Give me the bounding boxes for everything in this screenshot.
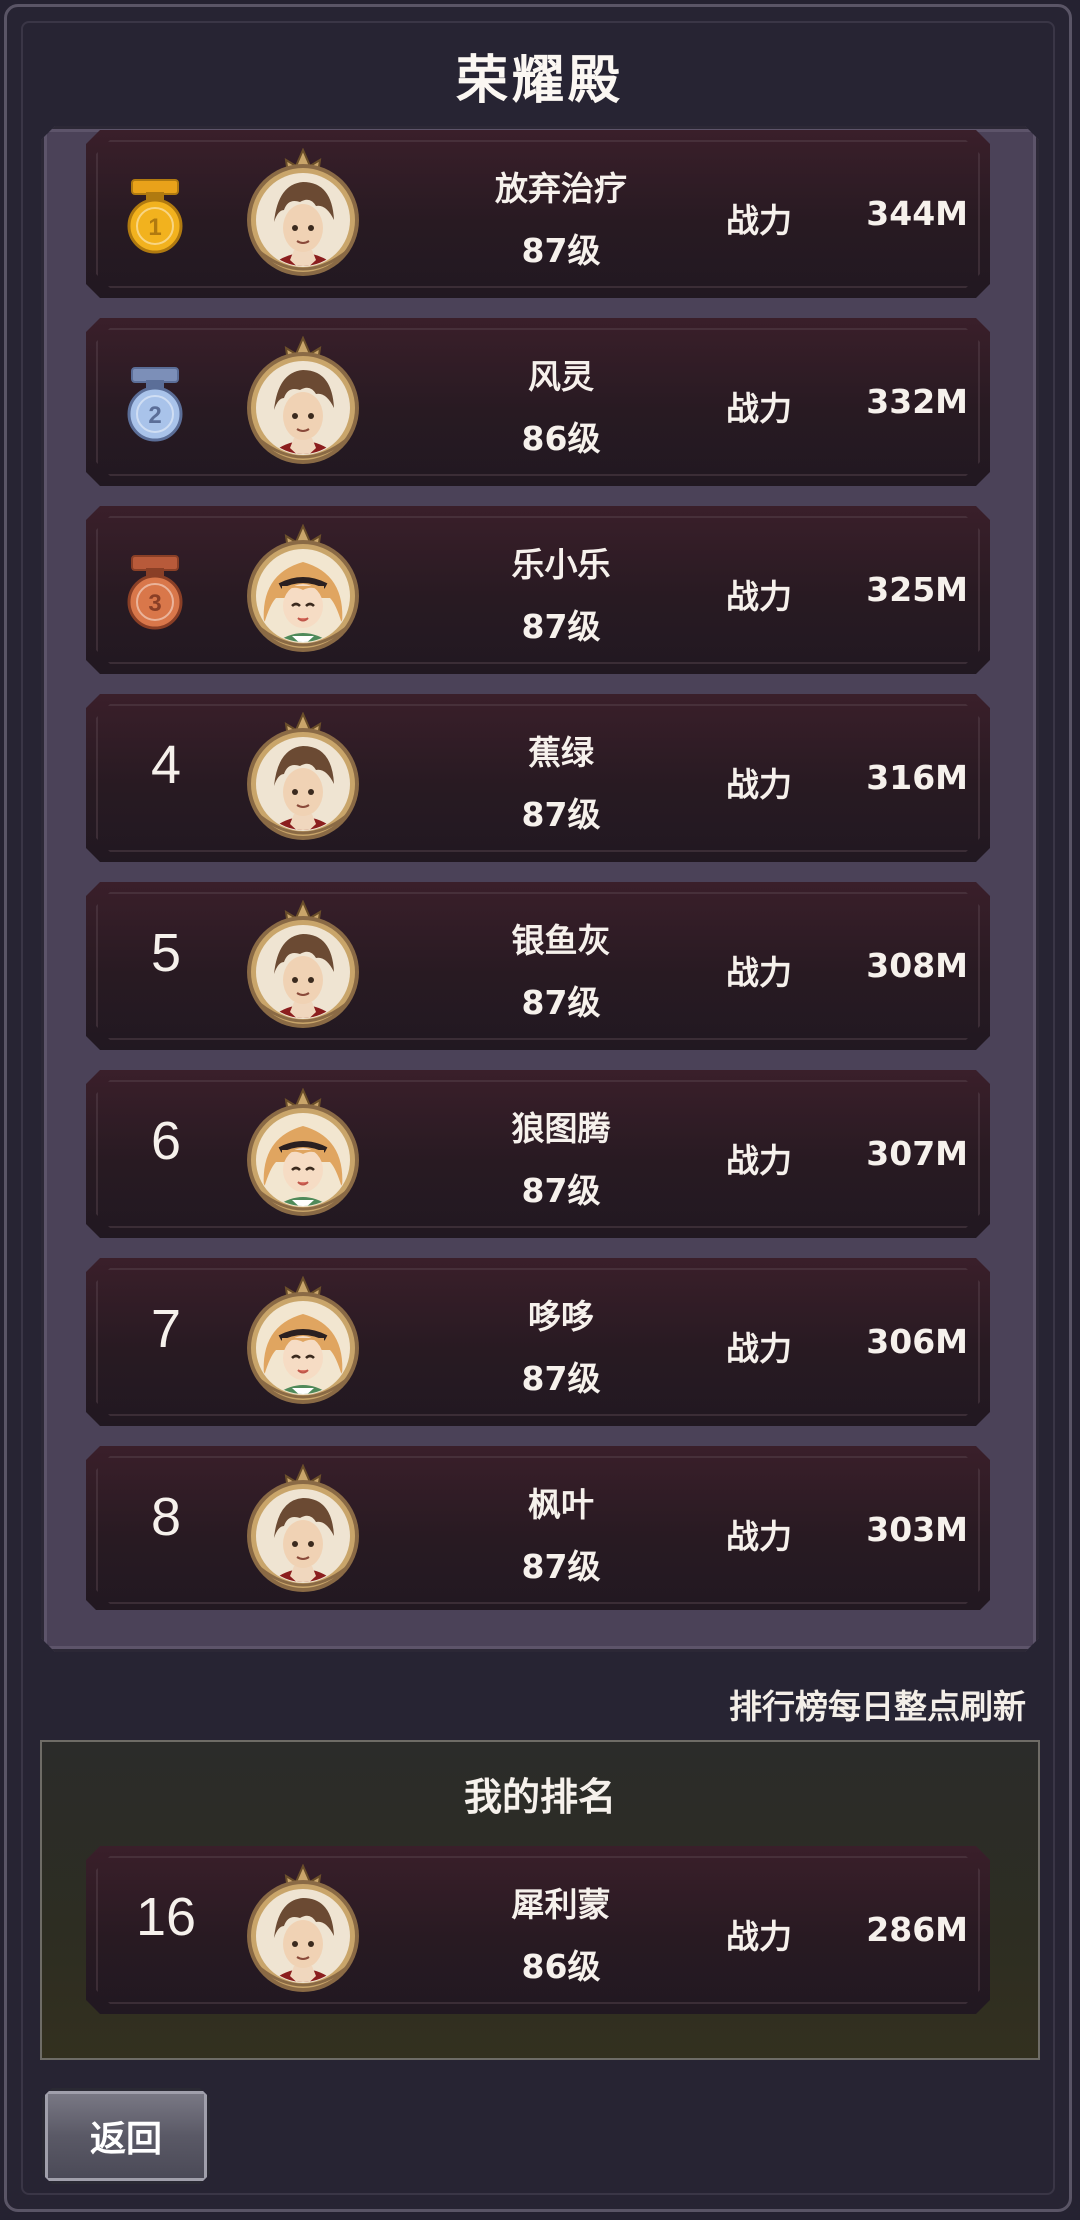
leaderboard-list[interactable]: 1 放弃治疗 87级 战力 344M 2 风灵 86级 战力 332M 3 乐小… [0, 46, 1080, 1610]
player-level: 87级 [521, 607, 601, 646]
player-avatar[interactable] [240, 1276, 366, 1410]
avatar-frame-icon [240, 900, 366, 1034]
back-button[interactable]: 返回 [42, 2088, 210, 2184]
avatar-frame-icon [240, 524, 366, 658]
player-name: 狼图腾 [511, 1109, 611, 1148]
leaderboard-row[interactable]: 4 蕉绿 87级 战力 316M [86, 694, 990, 862]
avatar-frame-icon [240, 336, 366, 470]
power-value: 306M [866, 1322, 968, 1361]
silver-medal: 2 [124, 366, 186, 444]
gold-medal-icon: 1 [124, 178, 186, 256]
silver-medal-icon: 2 [124, 366, 186, 444]
power-value: 303M [866, 1510, 968, 1549]
power-value: 332M [866, 382, 968, 421]
player-avatar[interactable] [240, 1464, 366, 1598]
svg-text:1: 1 [148, 214, 161, 241]
rank-number: 6 [150, 1111, 182, 1171]
leaderboard-row[interactable]: 5 银鱼灰 87级 战力 308M [86, 882, 990, 1050]
player-avatar[interactable] [240, 900, 366, 1034]
refresh-notice: 排行榜每日整点刷新 [729, 1687, 1026, 1726]
leaderboard-row[interactable]: 2 风灵 86级 战力 332M [86, 318, 990, 486]
power-label: 战力 [726, 1329, 792, 1368]
rank-number: 5 [150, 923, 182, 983]
power-value: 286M [866, 1910, 968, 1949]
avatar-frame-icon [240, 712, 366, 846]
gold-medal: 1 [124, 178, 186, 256]
player-name: 乐小乐 [511, 545, 611, 584]
player-avatar[interactable] [240, 336, 366, 470]
player-avatar[interactable] [240, 1088, 366, 1222]
power-label: 战力 [726, 389, 792, 428]
power-label: 战力 [726, 577, 792, 616]
bronze-medal: 3 [124, 554, 186, 632]
leaderboard-row[interactable]: 6 狼图腾 87级 战力 307M [86, 1070, 990, 1238]
power-value: 307M [866, 1134, 968, 1173]
power-value: 344M [866, 194, 968, 233]
player-name: 枫叶 [528, 1485, 594, 1524]
player-avatar[interactable] [240, 524, 366, 658]
svg-text:2: 2 [148, 402, 161, 429]
player-level: 86级 [521, 1947, 601, 1986]
player-avatar[interactable] [240, 712, 366, 846]
rank-number: 4 [150, 735, 182, 795]
player-level: 86级 [521, 419, 601, 458]
leaderboard-row[interactable]: 8 枫叶 87级 战力 303M [86, 1446, 990, 1610]
power-label: 战力 [726, 1917, 792, 1956]
rank-number: 16 [135, 1887, 197, 1947]
power-label: 战力 [726, 1517, 792, 1556]
power-value: 308M [866, 946, 968, 985]
player-level: 87级 [521, 983, 601, 1022]
avatar-frame-icon [240, 1088, 366, 1222]
leaderboard-row[interactable]: 16 犀利蒙 86级 战力 286M [86, 1846, 990, 2014]
avatar-frame-icon [240, 1276, 366, 1410]
player-level: 87级 [521, 1359, 601, 1398]
player-name: 蕉绿 [528, 733, 594, 772]
power-label: 战力 [726, 1141, 792, 1180]
power-label: 战力 [726, 201, 792, 240]
player-name: 银鱼灰 [511, 921, 611, 960]
leaderboard-row[interactable]: 3 乐小乐 87级 战力 325M [86, 506, 990, 674]
power-value: 316M [866, 758, 968, 797]
player-avatar[interactable] [240, 1864, 366, 1998]
power-label: 战力 [726, 765, 792, 804]
player-level: 87级 [521, 231, 601, 270]
player-name: 放弃治疗 [495, 169, 627, 208]
rank-number: 7 [150, 1299, 182, 1359]
leaderboard-row[interactable]: 7 哆哆 87级 战力 306M [86, 1258, 990, 1426]
leaderboard-row[interactable]: 1 放弃治疗 87级 战力 344M [86, 130, 990, 298]
player-name: 犀利蒙 [511, 1885, 611, 1924]
svg-text:3: 3 [148, 590, 161, 617]
player-name: 哆哆 [528, 1297, 594, 1336]
player-avatar[interactable] [240, 148, 366, 282]
rank-number: 8 [150, 1487, 182, 1547]
player-level: 87级 [521, 795, 601, 834]
player-name: 风灵 [528, 357, 594, 396]
avatar-frame-icon [240, 1864, 366, 1998]
avatar-frame-icon [240, 148, 366, 282]
avatar-frame-icon [240, 1464, 366, 1598]
my-rank-title: 我的排名 [463, 1775, 616, 1819]
bronze-medal-icon: 3 [124, 554, 186, 632]
player-level: 87级 [521, 1171, 601, 1210]
power-value: 325M [866, 570, 968, 609]
player-level: 87级 [521, 1547, 601, 1586]
power-label: 战力 [726, 953, 792, 992]
